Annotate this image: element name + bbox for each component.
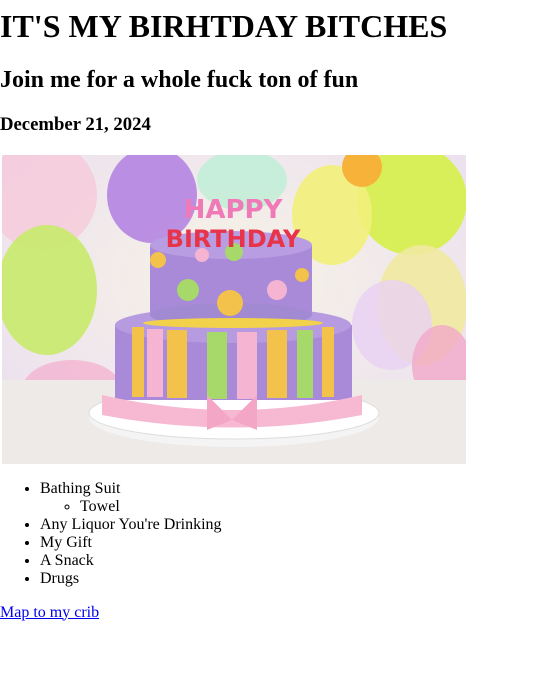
map-link[interactable]: Map to my crib [0, 604, 99, 621]
list-item: Bathing Suit Towel [40, 480, 536, 516]
list-item: My Gift [40, 534, 536, 552]
list-item: Any Liquor You're Drinking [40, 516, 536, 534]
map-paragraph: Map to my crib [0, 604, 536, 622]
bring-list: Bathing Suit Towel Any Liquor You're Dri… [0, 480, 536, 588]
list-item: Drugs [40, 570, 536, 588]
birthday-cake-image: HAPPY BIRTHDAY [2, 154, 466, 464]
page-title: IT'S MY BIRHTDAY BITCHES [0, 8, 448, 44]
svg-text:BIRTHDAY: BIRTHDAY [166, 225, 301, 253]
list-item: Towel [80, 498, 536, 516]
svg-text:HAPPY: HAPPY [184, 195, 284, 225]
event-date: December 21, 2024 [0, 114, 151, 136]
page-subtitle: Join me for a whole fuck ton of fun [0, 67, 359, 94]
sub-list: Towel [40, 498, 536, 516]
list-item-label: Bathing Suit [40, 479, 121, 497]
list-item: A Snack [40, 552, 536, 570]
